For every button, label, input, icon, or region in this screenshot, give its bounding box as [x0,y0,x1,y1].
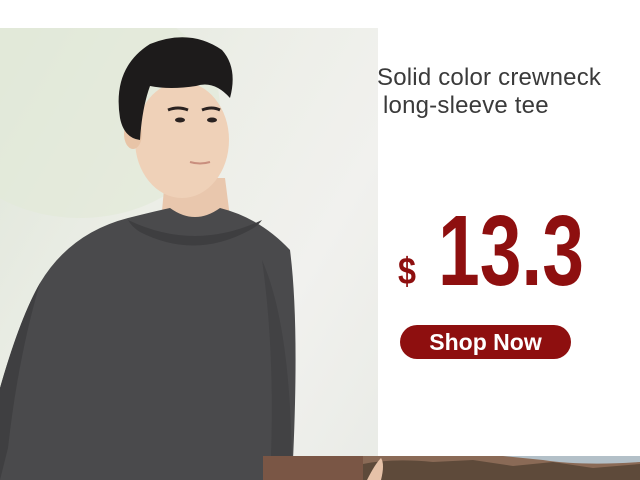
next-banner-image [263,456,640,480]
product-title-line1: Solid color crewneck [377,64,602,91]
model-illustration [0,28,296,480]
price-currency: $ [398,251,416,293]
product-title: Solid color crewneck long-sleeve tee [377,64,639,120]
shop-now-button[interactable]: Shop Now [400,325,571,359]
next-banner-preview[interactable] [263,456,640,480]
product-title-line2: long-sleeve tee [383,92,549,119]
price-amount: 13.3 [438,195,584,307]
product-price: $ 13.3 [398,196,628,316]
product-photo[interactable] [0,28,378,480]
